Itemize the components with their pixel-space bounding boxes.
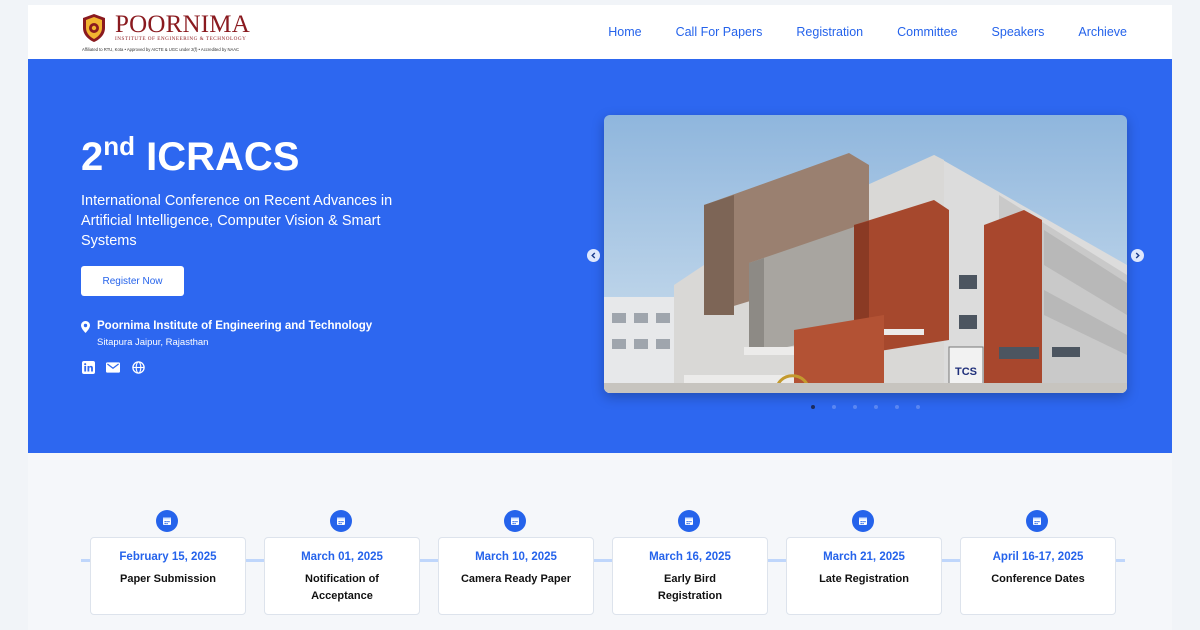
location-pin-icon bbox=[81, 321, 90, 333]
carousel-dot[interactable] bbox=[853, 405, 857, 409]
carousel-dots bbox=[811, 405, 920, 409]
timeline-date: March 01, 2025 bbox=[301, 551, 383, 563]
calendar-icon bbox=[678, 510, 700, 532]
nav-speakers[interactable]: Speakers bbox=[992, 25, 1045, 39]
carousel-dot[interactable] bbox=[916, 405, 920, 409]
timeline-event: Conference Dates bbox=[991, 573, 1085, 585]
timeline-card: April 16-17, 2025 Conference Dates bbox=[960, 537, 1116, 615]
hero-title: 2nd ICRACS bbox=[81, 133, 300, 179]
main-nav: Home Call For Papers Registration Commit… bbox=[608, 5, 1127, 59]
carousel-dot[interactable] bbox=[832, 405, 836, 409]
carousel-dot[interactable] bbox=[874, 405, 878, 409]
timeline-event: Late Registration bbox=[819, 573, 909, 585]
calendar-icon bbox=[1026, 510, 1048, 532]
brand-subtitle: INSTITUTE OF ENGINEERING & TECHNOLOGY bbox=[115, 36, 247, 42]
timeline-date: February 15, 2025 bbox=[119, 551, 217, 563]
register-now-button[interactable]: Register Now bbox=[81, 266, 184, 296]
brand-name: POORNIMA bbox=[115, 11, 250, 38]
nav-call-for-papers[interactable]: Call For Papers bbox=[676, 25, 763, 39]
campus-building-image: TCS bbox=[604, 115, 1127, 393]
linkedin-icon[interactable] bbox=[81, 360, 95, 374]
edition-number: 2 bbox=[81, 135, 104, 179]
timeline-card: March 01, 2025 Notification of Acceptance bbox=[264, 537, 420, 615]
calendar-icon bbox=[852, 510, 874, 532]
timeline-date: March 10, 2025 bbox=[475, 551, 557, 563]
crest-icon bbox=[83, 14, 105, 42]
edition-suffix: nd bbox=[103, 131, 136, 161]
calendar-icon bbox=[330, 510, 352, 532]
conference-acronym: ICRACS bbox=[146, 135, 300, 179]
chevron-right-icon bbox=[1135, 252, 1140, 259]
calendar-icon bbox=[156, 510, 178, 532]
social-links bbox=[81, 360, 145, 374]
timeline-event: Camera Ready Paper bbox=[460, 573, 572, 585]
timeline-card: March 16, 2025 Early Bird Registration bbox=[612, 537, 768, 615]
venue-name: Poornima Institute of Engineering and Te… bbox=[97, 320, 373, 332]
globe-icon[interactable] bbox=[131, 360, 145, 374]
building-sign-text: TCS bbox=[955, 366, 977, 378]
timeline-event: Paper Submission bbox=[120, 573, 216, 585]
timeline-card: March 21, 2025 Late Registration bbox=[786, 537, 942, 615]
poornima-logo[interactable]: POORNIMA INSTITUTE OF ENGINEERING & TECH… bbox=[81, 11, 250, 53]
mail-icon[interactable] bbox=[106, 360, 120, 374]
nav-registration[interactable]: Registration bbox=[796, 25, 863, 39]
chevron-left-icon bbox=[591, 252, 596, 259]
calendar-icon bbox=[504, 510, 526, 532]
hero-section: 2nd ICRACS International Conference on R… bbox=[28, 59, 1172, 453]
timeline-event: Early Bird Registration bbox=[657, 573, 723, 602]
hero-subtitle: International Conference on Recent Advan… bbox=[81, 193, 393, 249]
nav-home[interactable]: Home bbox=[608, 25, 641, 39]
timeline-date: March 21, 2025 bbox=[823, 551, 905, 563]
carousel-next-button[interactable] bbox=[1131, 249, 1144, 262]
timeline-card: February 15, 2025 Paper Submission bbox=[90, 537, 246, 615]
nav-committee[interactable]: Committee bbox=[897, 25, 957, 39]
campus-image-carousel[interactable]: TCS bbox=[604, 115, 1127, 393]
carousel-dot[interactable] bbox=[811, 405, 815, 409]
timeline-date: April 16-17, 2025 bbox=[992, 551, 1084, 563]
carousel-prev-button[interactable] bbox=[587, 249, 600, 262]
timeline-event: Notification of Acceptance bbox=[305, 573, 379, 602]
timeline-card: March 10, 2025 Camera Ready Paper bbox=[438, 537, 594, 615]
site-header: POORNIMA INSTITUTE OF ENGINEERING & TECH… bbox=[28, 5, 1172, 59]
brand-tagline: Affiliated to RTU, Kota • Approved by AI… bbox=[82, 47, 240, 52]
nav-archieve[interactable]: Archieve bbox=[1078, 25, 1127, 39]
carousel-dot[interactable] bbox=[895, 405, 899, 409]
page-frame: POORNIMA INSTITUTE OF ENGINEERING & TECH… bbox=[28, 5, 1172, 630]
timeline-date: March 16, 2025 bbox=[649, 551, 731, 563]
venue-city: Sitapura Jaipur, Rajasthan bbox=[97, 337, 209, 348]
